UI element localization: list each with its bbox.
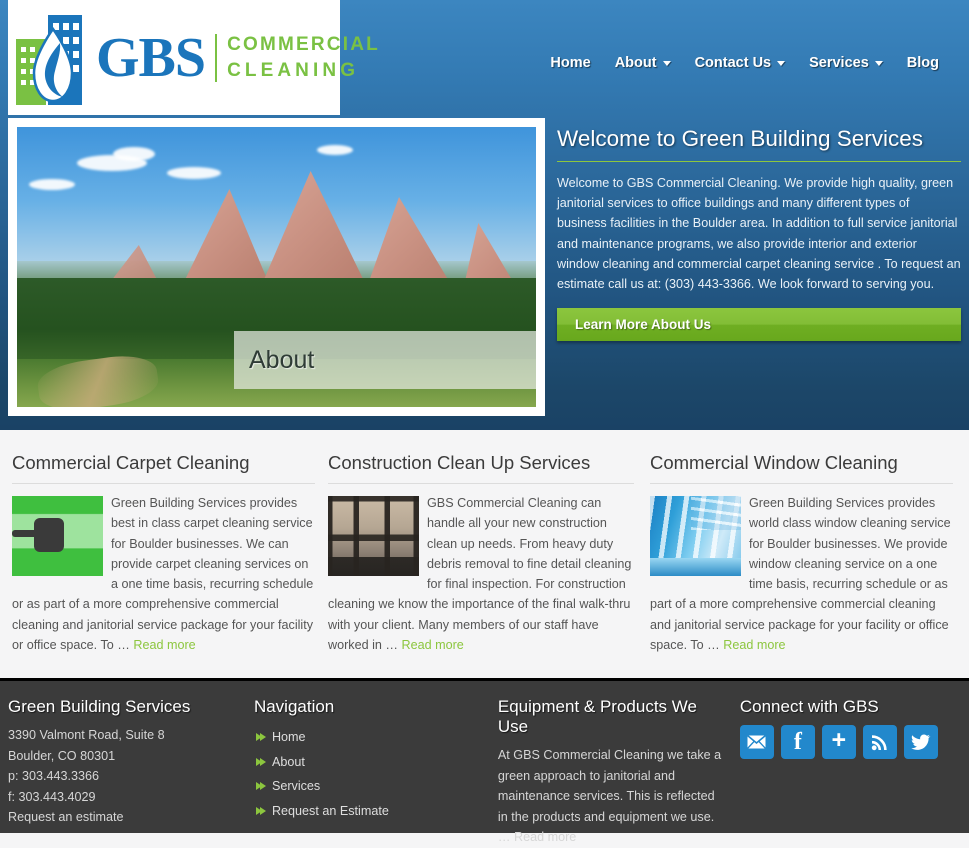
slider-caption[interactable]: About [234,331,536,389]
footer-equipment-products: Equipment & Products We Use At GBS Comme… [497,697,740,844]
carpet-cleaning-thumbnail-icon[interactable] [12,496,103,576]
footer-nav-item-services[interactable]: Services [254,774,484,799]
service-body-window-cleaning: Green Building Services provides world c… [649,493,953,655]
footer-equipment-read-more-link[interactable]: Read more [514,830,576,844]
google-plus-icon[interactable]: + [821,725,856,759]
service-card-window-cleaning: Commercial Window Cleaning Green Buildin… [644,430,963,678]
chevron-down-icon [777,60,786,66]
footer-equipment-title: Equipment & Products We Use [497,697,697,736]
chevron-down-icon [874,60,883,66]
service-body-construction-clean-up: GBS Commercial Cleaning can handle all y… [328,493,634,655]
welcome-heading: Welcome to Green Building Services [557,126,961,162]
slider-sky [17,127,536,262]
read-more-link-construction-clean-up[interactable]: Read more [402,638,464,652]
main-navigation: Home About Contact Us Services Blog [538,51,951,75]
nav-item-blog[interactable]: Blog [895,51,951,75]
nav-item-services[interactable]: Services [797,51,895,75]
footer-nav-item-about-label: About [271,754,305,769]
email-icon[interactable] [739,725,774,759]
arrow-right-icon [259,782,266,791]
facebook-icon[interactable]: f [780,725,815,759]
footer-company-title: Green Building Services [8,697,191,716]
logo-tagline-line2: CLEANING [227,59,360,81]
social-links: f + [739,725,947,759]
footer-equipment-text: At GBS Commercial Cleaning we take a gre… [497,748,722,824]
site-logo[interactable]: GBS COMMERCIAL CLEANING [8,0,378,115]
footer-nav-item-about[interactable]: About [254,750,484,775]
logo-tagline-line1: COMMERCIAL [227,33,380,55]
read-more-link-carpet-cleaning[interactable]: Read more [133,638,195,652]
logo-water-drop-icon [32,26,74,102]
chevron-down-icon [662,60,671,66]
nav-item-about[interactable]: About [603,51,683,75]
logo-icon [14,9,92,107]
nav-item-home[interactable]: Home [538,51,602,75]
service-title-window-cleaning: Commercial Window Cleaning [649,452,953,484]
site-footer: Green Building Services 3390 Valmont Roa… [0,678,969,844]
welcome-body: Welcome to GBS Commercial Cleaning. We p… [557,176,961,292]
footer-phone: p: 303.443.3366 [8,769,100,784]
email-glyph [747,735,767,749]
service-title-construction-clean-up: Construction Clean Up Services [328,452,634,484]
footer-navigation: Navigation Home About Services Request a… [254,697,498,833]
footer-nav-item-home-label: Home [271,730,306,744]
nav-item-about-label: About [614,55,657,71]
footer-fax: f: 303.443.4029 [8,789,96,804]
logo-divider [215,33,218,82]
google-plus-glyph: + [831,726,847,754]
nav-item-contact-us[interactable]: Contact Us [683,51,798,75]
twitter-icon[interactable] [903,725,938,759]
service-card-carpet-cleaning: Commercial Carpet Cleaning Green Buildin… [6,430,325,678]
footer-nav-item-services-label: Services [271,779,321,794]
arrow-right-icon [259,733,266,741]
footer-equipment-body: At GBS Commercial Cleaning we take a gre… [498,745,726,848]
hero-slider[interactable]: About [8,118,545,416]
nav-item-services-label: Services [809,55,869,71]
service-card-construction-clean-up: Construction Clean Up Services GBS Comme… [325,430,644,678]
footer-connect: Connect with GBS f + [739,697,961,833]
logo-wordmark: GBS COMMERCIAL CLEANING [96,30,380,86]
site-header-hero: GBS COMMERCIAL CLEANING Home About Conta… [0,0,969,430]
footer-navigation-title: Navigation [253,697,335,716]
footer-nav-item-request-an-estimate-label: Request an Estimate [271,803,389,818]
service-title-carpet-cleaning: Commercial Carpet Cleaning [12,452,316,484]
footer-equipment-ellipsis: … [497,830,514,844]
window-cleaning-thumbnail-icon[interactable] [649,496,741,576]
rss-icon[interactable] [862,725,897,759]
welcome-panel: Welcome to Green Building Services Welco… [557,126,961,342]
rss-glyph [871,735,887,751]
footer-nav-item-home[interactable]: Home [254,725,484,750]
footer-address-line1: 3390 Valmont Road, Suite 8 [8,728,165,742]
arrow-right-icon [259,806,266,815]
facebook-glyph: f [793,728,802,755]
twitter-glyph [910,734,931,750]
nav-item-contact-us-label: Contact Us [694,55,772,71]
logo-tagline: COMMERCIAL CLEANING [227,32,380,83]
arrow-right-icon [259,757,266,766]
slider-image: About [17,127,536,407]
learn-more-about-us-button[interactable]: Learn More About Us [557,308,961,342]
footer-request-estimate-link[interactable]: Request an estimate [8,807,240,828]
nav-item-blog-label: Blog [906,55,939,71]
footer-address-line2: Boulder, CO 80301 [8,748,116,763]
nav-item-home-label: Home [550,55,591,71]
footer-company-info: Green Building Services 3390 Valmont Roa… [8,697,254,833]
footer-connect-title: Connect with GBS [739,697,879,716]
services-section: Commercial Carpet Cleaning Green Buildin… [0,430,969,678]
service-body-carpet-cleaning: Green Building Services provides best in… [12,493,315,655]
slider-caption-text: About [249,345,315,374]
footer-navigation-list: Home About Services Request an Estimate [254,725,484,823]
construction-clean-up-thumbnail-icon[interactable] [328,496,420,576]
footer-nav-item-request-an-estimate[interactable]: Request an Estimate [254,799,484,824]
read-more-link-window-cleaning[interactable]: Read more [723,638,785,652]
logo-brand-text: GBS [96,26,206,89]
